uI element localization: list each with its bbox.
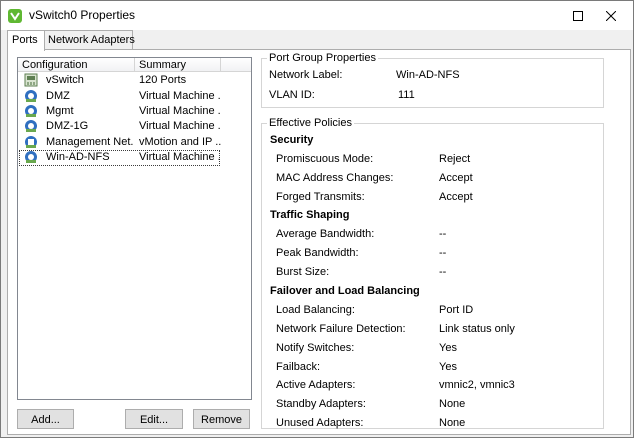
tab-ports[interactable]: Ports [7,30,45,51]
network-failure-detection-value: Link status only [439,323,515,335]
network-failure-detection-label: Network Failure Detection: [276,323,406,335]
column-header-summary[interactable]: Summary [135,58,221,72]
notify-switches-value: Yes [439,342,457,354]
config-cell: DMZ-1G [46,120,89,132]
failback-label: Failback: [276,361,321,373]
load-balancing-value: Port ID [439,304,474,316]
network-label-value: Win-AD-NFS [396,69,460,81]
forged-transmits-label: Forged Transmits: [276,191,365,203]
close-icon [606,10,616,21]
list-item[interactable]: Management Net... vMotion and IP ... [18,135,251,150]
active-adapters-value: vmnic2, vmnic3 [439,379,515,391]
burst-size-label: Burst Size: [276,266,330,278]
port-group-properties-title: Port Group Properties [269,52,376,64]
standby-adapters-value: None [439,398,466,410]
portgroup-icon [25,120,37,132]
config-cell: Management Net... [46,136,134,148]
standby-adapters-label: Standby Adapters: [276,398,366,410]
summary-cell: Virtual Machine ... [139,105,221,117]
vsphere-properties-icon [8,9,22,23]
list-item[interactable]: Mgmt Virtual Machine ... [18,104,251,119]
maximize-icon [573,10,583,21]
unused-adapters-value: None [439,417,466,429]
list-item[interactable]: DMZ Virtual Machine ... [18,89,251,104]
portgroup-icon [25,105,37,117]
promiscuous-mode-value: Reject [439,153,471,165]
window-title: vSwitch0 Properties [29,8,136,22]
active-adapters-label: Active Adapters: [276,379,356,391]
ports-list[interactable]: Configuration Summary vSwitch 120 Ports [17,57,252,400]
summary-cell: Virtual Machine ... [139,120,221,132]
promiscuous-mode-label: Promiscuous Mode: [276,153,374,165]
config-cell: Win-AD-NFS [46,151,110,163]
summary-cell: Virtual Machine ... [139,90,221,102]
edit-button[interactable]: Edit... [125,409,183,429]
add-button[interactable]: Add... [17,409,74,429]
security-heading: Security [270,134,314,146]
mac-address-changes-value: Accept [439,172,473,184]
config-cell: Mgmt [46,105,74,117]
network-label-label: Network Label: [269,69,343,81]
portgroup-icon [25,151,37,163]
list-header: Configuration Summary [18,58,251,73]
notify-switches-label: Notify Switches: [276,342,355,354]
column-header-filler [221,58,251,72]
config-cell: vSwitch [46,74,84,86]
failover-heading: Failover and Load Balancing [270,285,420,297]
vmkernel-icon [25,136,37,148]
average-bandwidth-value: -- [439,228,447,240]
effective-policies-title: Effective Policies [269,117,352,129]
traffic-shaping-heading: Traffic Shaping [270,209,350,221]
vlan-id-label: VLAN ID: [269,89,315,101]
mac-address-changes-label: MAC Address Changes: [276,172,394,184]
vlan-id-value: 111 [398,89,415,101]
unused-adapters-label: Unused Adapters: [276,417,364,429]
column-header-configuration[interactable]: Configuration [18,58,135,72]
config-cell: DMZ [46,90,70,102]
peak-bandwidth-label: Peak Bandwidth: [276,247,359,259]
remove-button[interactable]: Remove [193,409,250,429]
properties-window: vSwitch0 Properties Ports Network Adapte… [0,0,634,438]
forged-transmits-value: Accept [439,191,473,203]
list-item-selected[interactable]: Win-AD-NFS Virtual Machine ... [18,150,251,166]
summary-cell: vMotion and IP ... [139,136,221,148]
tab-network-adapters[interactable]: Network Adapters [43,30,135,50]
close-button[interactable] [588,1,634,30]
peak-bandwidth-value: -- [439,247,447,259]
title-bar[interactable]: vSwitch0 Properties [1,1,633,30]
vswitch-icon [24,73,38,87]
average-bandwidth-label: Average Bandwidth: [276,228,375,240]
load-balancing-label: Load Balancing: [276,304,355,316]
list-item[interactable]: DMZ-1G Virtual Machine ... [18,119,251,134]
list-item[interactable]: vSwitch 120 Ports [18,73,251,88]
portgroup-icon [25,90,37,102]
summary-cell: Virtual Machine ... [139,151,221,163]
summary-cell: 120 Ports [139,74,187,86]
burst-size-value: -- [439,266,447,278]
failback-value: Yes [439,361,457,373]
ports-tab-panel: Configuration Summary vSwitch 120 Ports [7,49,631,435]
